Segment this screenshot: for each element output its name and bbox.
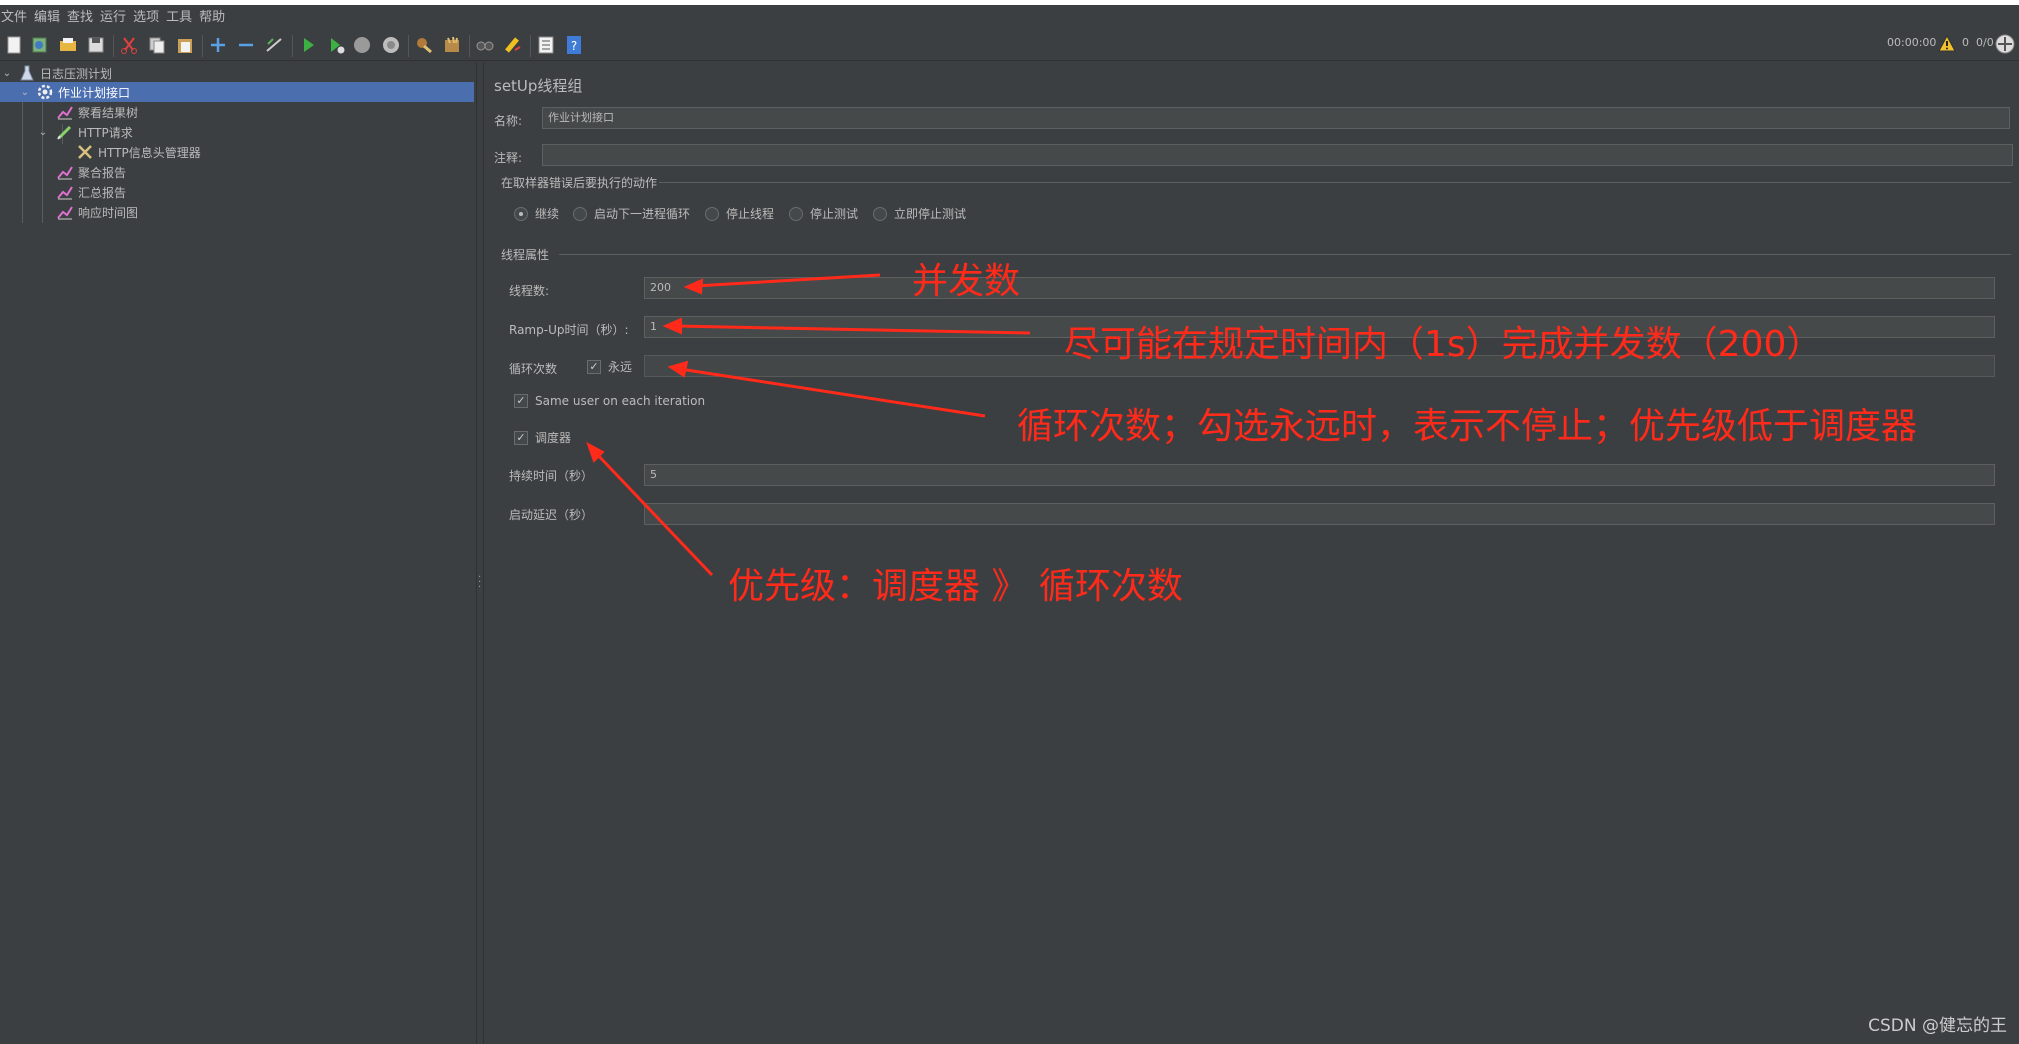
listener-chart-icon bbox=[57, 166, 73, 180]
radio-stop-test-now[interactable]: 立即停止测试 bbox=[873, 205, 966, 222]
tree-label: 响应时间图 bbox=[78, 205, 139, 220]
threads-label: 线程数: bbox=[509, 284, 550, 298]
listener-chart-icon bbox=[57, 186, 73, 200]
thread-count: 0/0 bbox=[1976, 36, 1994, 49]
tree-item-header-manager[interactable]: HTTP信息头管理器 bbox=[76, 142, 201, 162]
test-plan-icon bbox=[20, 65, 34, 81]
search-icon[interactable] bbox=[475, 35, 495, 55]
cut-icon[interactable] bbox=[119, 35, 139, 55]
collapse-icon[interactable] bbox=[236, 35, 256, 55]
save-icon[interactable] bbox=[86, 35, 106, 55]
duration-field[interactable]: 5 bbox=[644, 464, 1995, 486]
comment-field[interactable] bbox=[542, 144, 2013, 166]
menu-options[interactable]: 选项 bbox=[132, 6, 163, 25]
menu-bar: 文件 编辑 查找 运行 选项 工具 帮助 bbox=[0, 5, 2019, 26]
new-icon[interactable] bbox=[4, 35, 24, 55]
name-field[interactable]: 作业计划接口 bbox=[542, 107, 2010, 129]
name-label: 名称: bbox=[494, 114, 523, 128]
scheduler-checkbox[interactable]: ✓ 调度器 bbox=[514, 429, 571, 446]
sampler-pen-icon bbox=[57, 125, 72, 140]
reset-search-icon[interactable] bbox=[503, 35, 523, 55]
toggle-icon[interactable] bbox=[264, 35, 284, 55]
tree-item-thread-group[interactable]: ⌄ 作业计划接口 bbox=[0, 82, 474, 102]
radio-continue[interactable]: 继续 bbox=[514, 205, 559, 222]
open-icon[interactable] bbox=[58, 35, 78, 55]
loop-label: 循环次数 bbox=[509, 362, 558, 376]
clear-icon[interactable] bbox=[414, 35, 434, 55]
thread-props-title: 线程属性 bbox=[501, 248, 550, 262]
start-icon[interactable] bbox=[298, 35, 318, 55]
listener-chart-icon bbox=[57, 206, 73, 220]
menu-search[interactable]: 查找 bbox=[66, 6, 97, 25]
tree-item-summary-report[interactable]: 汇总报告 bbox=[56, 182, 126, 202]
tree-item-http-request[interactable]: ⌄ HTTP请求 bbox=[36, 122, 133, 142]
chevron-down-icon[interactable]: ⌄ bbox=[36, 127, 50, 138]
listener-chart-icon bbox=[57, 106, 73, 120]
warning-count: 0 bbox=[1962, 36, 1969, 49]
menu-run[interactable]: 运行 bbox=[99, 6, 130, 25]
remote-status-icon[interactable] bbox=[1994, 33, 2016, 55]
duration-label: 持续时间（秒） bbox=[509, 469, 594, 483]
threads-field[interactable]: 200 bbox=[644, 277, 1995, 299]
chevron-down-icon[interactable]: ⌄ bbox=[0, 68, 14, 79]
tree-label: 日志压测计划 bbox=[40, 66, 113, 81]
menu-file[interactable]: 文件 bbox=[0, 6, 31, 25]
tree-label: 察看结果树 bbox=[78, 105, 139, 120]
start-no-pause-icon[interactable] bbox=[326, 35, 346, 55]
forever-checkbox[interactable]: ✓ 永远 bbox=[587, 358, 632, 375]
radio-stop-thread[interactable]: 停止线程 bbox=[705, 205, 774, 222]
paste-icon[interactable] bbox=[175, 35, 195, 55]
templates-icon[interactable] bbox=[30, 35, 50, 55]
stop-icon[interactable] bbox=[352, 35, 372, 55]
clear-all-icon[interactable] bbox=[442, 35, 462, 55]
pane-splitter[interactable] bbox=[476, 62, 484, 1044]
tree-item-test-plan[interactable]: ⌄ 日志压测计划 bbox=[0, 63, 476, 83]
tree-label: 聚合报告 bbox=[78, 165, 127, 180]
comment-label: 注释: bbox=[494, 151, 523, 165]
tree-label: 作业计划接口 bbox=[58, 85, 131, 100]
toolbar: ? 00:00:00 0 0/0 bbox=[0, 27, 2019, 61]
radio-stop-test[interactable]: 停止测试 bbox=[789, 205, 858, 222]
error-action-title: 在取样器错误后要执行的动作 bbox=[501, 176, 658, 190]
radio-start-next-loop[interactable]: 启动下一进程循环 bbox=[573, 205, 690, 222]
annotation-loop: 循环次数；勾选永远时，表示不停止；优先级低于调度器 bbox=[1017, 406, 1918, 447]
annotation-rampup: 尽可能在规定时间内（1s）完成并发数（200） bbox=[1064, 324, 1823, 365]
watermark: CSDN @健忘的王 bbox=[1868, 1016, 2007, 1036]
menu-tools[interactable]: 工具 bbox=[165, 6, 196, 25]
config-tools-icon bbox=[78, 145, 92, 159]
tree-item-aggregate-report[interactable]: 聚合报告 bbox=[56, 162, 126, 182]
delay-label: 启动延迟（秒） bbox=[509, 508, 594, 522]
shutdown-icon[interactable] bbox=[381, 35, 401, 55]
function-helper-icon[interactable] bbox=[536, 35, 556, 55]
warning-icon[interactable] bbox=[1938, 35, 1956, 53]
menu-edit[interactable]: 编辑 bbox=[33, 6, 64, 25]
delay-field[interactable] bbox=[644, 503, 1995, 525]
tree-label: HTTP信息头管理器 bbox=[98, 145, 201, 160]
tree-pane: ⌄ 日志压测计划 ⌄ 作业计划接口 察看结果树 ⌄ HTTP请求 HTTP信息头… bbox=[0, 62, 476, 1044]
annotation-priority: 优先级：调度器 》 循环次数 bbox=[728, 566, 1183, 607]
expand-icon[interactable] bbox=[208, 35, 228, 55]
tree-item-view-results-tree[interactable]: 察看结果树 bbox=[56, 102, 138, 122]
elapsed-timer: 00:00:00 bbox=[1887, 36, 1937, 49]
thread-group-panel: setUp线程组 名称: 作业计划接口 注释: 在取样器错误后要执行的动作 继续… bbox=[484, 62, 2019, 1044]
gear-icon bbox=[37, 84, 53, 100]
splitter-grip-icon[interactable]: · · · bbox=[478, 573, 482, 593]
help-icon[interactable]: ? bbox=[564, 35, 584, 55]
tree-item-response-time-graph[interactable]: 响应时间图 bbox=[56, 202, 138, 222]
annotation-concurrency: 并发数 bbox=[912, 261, 1021, 302]
rampup-label: Ramp-Up时间（秒）: bbox=[509, 323, 629, 337]
copy-icon[interactable] bbox=[147, 35, 167, 55]
tree-label: 汇总报告 bbox=[78, 185, 127, 200]
same-user-checkbox[interactable]: ✓ Same user on each iteration bbox=[514, 394, 705, 408]
chevron-down-icon[interactable]: ⌄ bbox=[18, 87, 32, 98]
svg-text:?: ? bbox=[571, 39, 577, 53]
panel-title: setUp线程组 bbox=[494, 77, 583, 95]
menu-help[interactable]: 帮助 bbox=[198, 6, 229, 25]
tree-label: HTTP请求 bbox=[78, 125, 133, 140]
